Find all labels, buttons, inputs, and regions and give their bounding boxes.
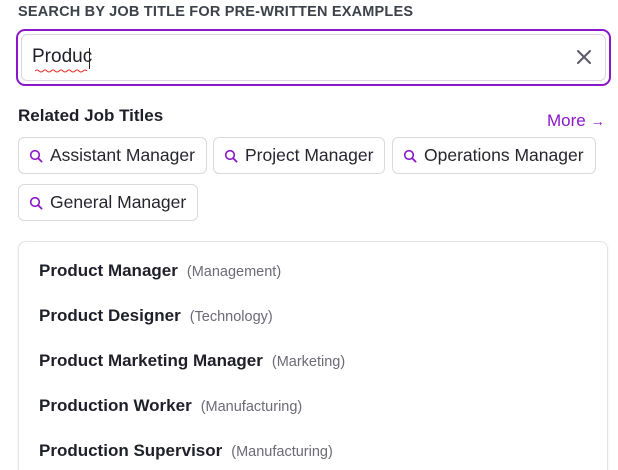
more-link-label: More [547, 111, 586, 130]
result-item-product-marketing-manager[interactable]: Product Marketing Manager (Marketing) [19, 351, 607, 395]
result-item-product-designer[interactable]: Product Designer (Technology) [19, 306, 607, 350]
section-label: SEARCH BY JOB TITLE FOR PRE-WRITTEN EXAM… [18, 4, 414, 20]
result-item-production-worker[interactable]: Production Worker (Manufacturing) [19, 396, 607, 440]
search-icon [224, 149, 238, 162]
close-icon[interactable] [574, 47, 594, 67]
chip-label: General Manager [50, 192, 187, 212]
result-category: (Technology) [189, 309, 273, 325]
related-job-titles-heading: Related Job Titles [18, 106, 164, 125]
result-title: Production Supervisor [39, 441, 223, 460]
result-title: Product Designer [39, 306, 181, 325]
result-title: Product Manager [39, 261, 178, 280]
chip-assistant-manager[interactable]: Assistant Manager [18, 137, 207, 174]
search-icon [29, 149, 43, 162]
result-category: (Management) [186, 264, 282, 280]
text-caret [89, 48, 90, 69]
search-results-dropdown: Product Manager (Management) Product Des… [18, 241, 608, 470]
result-category: (Marketing) [271, 354, 346, 370]
result-category: (Manufacturing) [231, 444, 333, 460]
chip-general-manager[interactable]: General Manager [18, 184, 199, 221]
more-link[interactable]: More → [547, 111, 605, 131]
spellcheck-underline [35, 69, 88, 73]
result-title: Production Worker [39, 396, 192, 415]
arrow-right-icon: → [590, 113, 605, 129]
chip-operations-manager[interactable]: Operations Manager [392, 137, 596, 174]
result-category: (Manufacturing) [200, 399, 303, 415]
chip-project-manager[interactable]: Project Manager [213, 137, 386, 174]
chip-label: Project Manager [245, 145, 374, 165]
job-title-search-box[interactable] [16, 29, 611, 86]
search-icon [29, 196, 43, 209]
result-item-product-manager[interactable]: Product Manager (Management) [19, 261, 607, 305]
search-icon [403, 149, 417, 162]
chip-label: Assistant Manager [50, 145, 195, 165]
chip-label: Operations Manager [424, 145, 584, 165]
job-title-search-input[interactable] [32, 42, 532, 72]
result-title: Product Marketing Manager [39, 351, 263, 370]
result-item-production-supervisor[interactable]: Production Supervisor (Manufacturing) [19, 441, 607, 470]
